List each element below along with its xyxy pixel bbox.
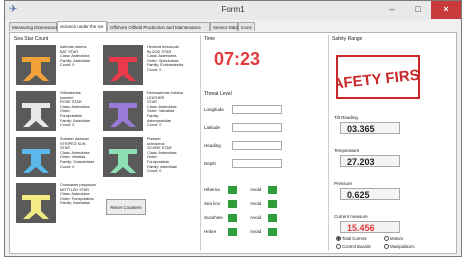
status-led [268,228,277,236]
status-led [268,186,277,194]
sea-star-blue-info: Solaster dawsoni STRIPED SUN STAR Class: As… [60,137,95,169]
sea-star-yellow[interactable] [16,183,56,223]
title-bar[interactable]: ✈ Form1 – □ × [5,1,461,20]
sea-star-blue[interactable] [16,137,56,177]
sensor-status: Avoid [250,229,262,234]
sensor-status: Avoid [250,201,262,206]
sensor-label: Hebre [204,229,217,234]
minimize-button[interactable]: – [379,1,405,19]
divider [200,35,201,251]
latitude-label: Latitude [204,125,221,130]
pressure-label: Pressure [334,181,353,186]
sensor-label: Sunshine [204,215,223,220]
sea-star-count-title: Sea Star Count [14,36,49,42]
sea-star-red-info: Henricia leviuscula BLOOD STAR Class: Aste… [147,45,183,72]
temperature-label: Temperature [334,148,360,153]
sea-star-yellow-info: Crossaster papposus MOTTLED STAR Class: As… [60,183,96,206]
tab-sensor-data[interactable]: Sensor Data [210,22,238,31]
sea-star-green[interactable] [103,137,143,177]
divider [328,35,329,251]
sea-star-red[interactable] [103,45,143,85]
maximize-button[interactable]: □ [405,1,431,19]
temperature-value: 27.203 [340,155,400,167]
current-measure-label: Current measure [334,214,368,219]
radio-total-current[interactable]: Total Current [336,236,367,242]
safety-range-title: Safety Range [332,36,363,42]
sea-star-orange-info: Asterias rubens BAT STAR Class: Asteroidea… [60,45,90,68]
radio-control-boards[interactable]: Control Boards [336,244,371,250]
depth-input[interactable] [232,159,282,168]
tab-panel: Sea Star Count Asterias rubens BAT STAR Cl… [9,32,457,254]
status-led [268,200,277,208]
sea-star-purple-info: Dermasterias imbricata LEATHER STAR Class: … [147,91,183,128]
longitude-input[interactable] [232,105,282,114]
heading-input[interactable] [232,141,282,150]
radio-motors[interactable]: Motors [384,236,403,242]
radio-dot[interactable] [336,236,341,242]
sea-star-white[interactable] [16,91,56,131]
tab-icons[interactable]: Icons [238,22,255,31]
sea-star-white-info: Orthasterias koehleri ROSE STAR Class: Aste… [60,91,90,128]
sea-star-green-info: Pisaster ochraceus OCHRE STAR Class: Astero… [147,137,177,174]
pressure-value: 0.625 [340,188,400,200]
sensor-status: Avoid [250,215,262,220]
sea-star-purple[interactable] [103,91,143,131]
reset-counters-button[interactable]: Reset Counters [106,199,146,215]
depth-label: Depth [204,161,217,166]
status-led [268,214,277,222]
longitude-label: Longitude [204,107,224,112]
latitude-input[interactable] [232,123,282,132]
app-window: ✈ Form1 – □ × Measuring Dimensions Scien… [4,0,462,257]
status-led [228,214,237,222]
time-display: 07:23 [213,49,261,69]
current-measure-value: 15.456 [340,221,400,233]
heading-label: Heading [204,143,221,148]
status-led [228,228,237,236]
tab-science-under-the-ice[interactable]: Science under the Ice [57,21,107,32]
tilt-reading-label: Tilt Reading [334,115,358,120]
safety-first-sign: SAFETY FIRST! [336,55,420,99]
status-led [228,200,237,208]
sensor-status: Avoid [250,187,262,192]
radio-dot[interactable] [336,244,341,250]
status-led [228,186,237,194]
threat-level-title: Threat Level [204,91,232,97]
tilt-reading-value: 03.365 [340,122,400,134]
radio-dot[interactable] [384,236,389,242]
sensor-label: Sea lice [204,201,221,206]
tab-measuring-dimensions[interactable]: Measuring Dimensions [9,22,58,31]
sea-star-orange[interactable] [16,45,56,85]
close-button[interactable]: × [431,1,461,19]
radio-dot[interactable] [384,244,389,250]
tab-offshore-oilfield[interactable]: Offshore Oilfield Production and Mainten… [107,22,210,31]
time-title: Time [204,36,215,42]
sensor-label: Hiberna [204,187,220,192]
radio-manipulators[interactable]: Manipulators [384,244,415,250]
